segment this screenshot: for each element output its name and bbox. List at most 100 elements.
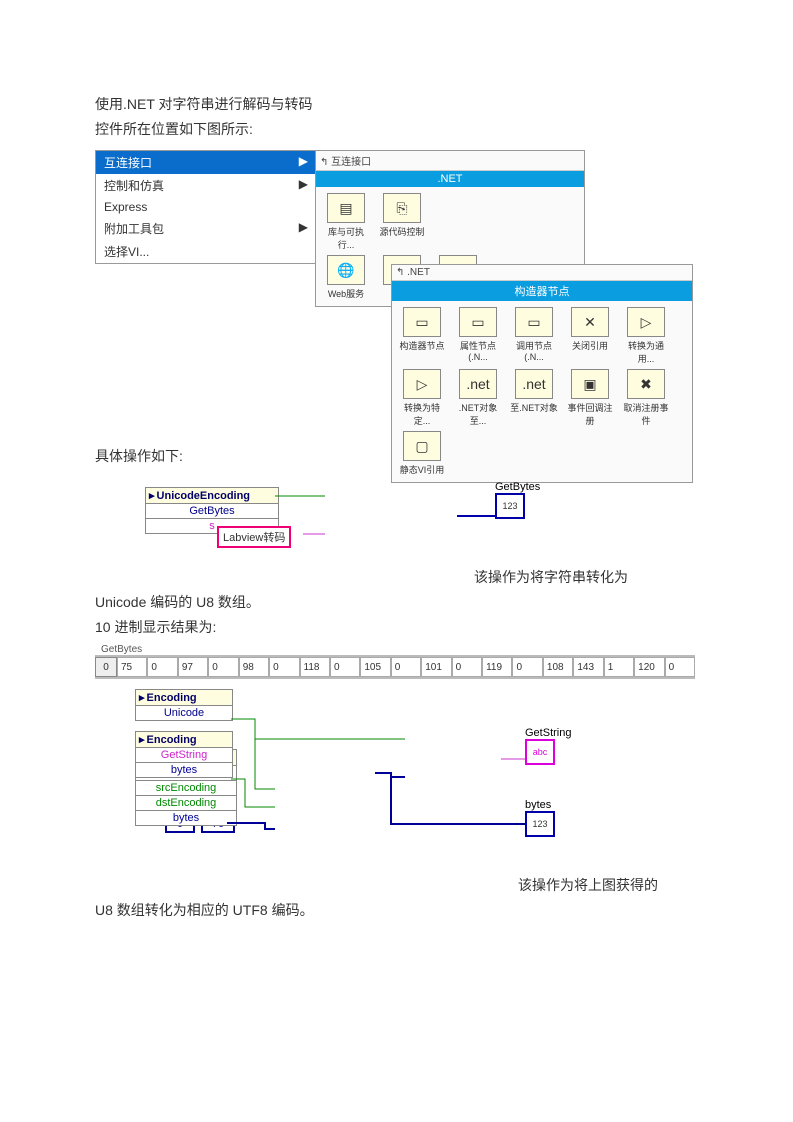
invoke-icon: ▸ bbox=[139, 733, 145, 746]
submenu-arrow-icon: ▶ bbox=[299, 154, 308, 171]
palette-item-label: 取消注册事件 bbox=[623, 403, 668, 426]
array-cell: 120 bbox=[634, 657, 664, 677]
intro-line-1: 使用.NET 对字符串进行解码与转码 bbox=[95, 94, 698, 115]
node-icon: ▭ bbox=[403, 307, 441, 337]
menu-item-label: Express bbox=[104, 200, 147, 214]
array-cell: 0 bbox=[512, 657, 542, 677]
palette-breadcrumb[interactable]: ↰ 互连接口 bbox=[316, 151, 584, 171]
array-cells: 0 75 0 97 0 98 0 118 0 105 0 101 0 119 0… bbox=[95, 655, 695, 679]
bytes-indicator[interactable]: bytes 123 bbox=[525, 799, 555, 837]
array-cell: 0 bbox=[269, 657, 299, 677]
array-cell: 0 bbox=[330, 657, 360, 677]
palette-item-label: .NET对象至... bbox=[459, 403, 498, 426]
palette-item[interactable]: ✕关闭引用 bbox=[564, 307, 616, 365]
indicator-icon: 123 bbox=[495, 493, 525, 519]
node-header: ▸Encoding bbox=[136, 690, 232, 705]
palette-dotnet: ↰ .NET 构造器节点 ▭构造器节点 ▭ 属性节点(.N... ▭ 调用节点(.N… bbox=[391, 264, 693, 483]
palette-item-label: 调用节点(.N... bbox=[516, 341, 552, 362]
palette-item[interactable]: ▷ 转换为特定... bbox=[396, 369, 448, 427]
palette-item[interactable]: ▷ 转换为通用... bbox=[620, 307, 672, 365]
array-cell: 108 bbox=[543, 657, 573, 677]
palette-item-constructor[interactable]: ▭构造器节点 bbox=[396, 307, 448, 365]
caption-2-right: 该操作为将上图获得的 bbox=[95, 875, 658, 896]
library-icon: ▤ bbox=[327, 193, 365, 223]
array-label: GetBytes bbox=[101, 644, 695, 655]
cast-icon: ▷ bbox=[627, 307, 665, 337]
array-cell: 0 bbox=[452, 657, 482, 677]
menu-item-control[interactable]: 控制和仿真 ▶ bbox=[96, 174, 316, 197]
array-indicator[interactable]: GetBytes 123 bbox=[495, 481, 540, 519]
array-cell: 143 bbox=[573, 657, 603, 677]
array-cell: 119 bbox=[482, 657, 512, 677]
array-index[interactable]: 0 bbox=[95, 657, 117, 677]
palette-title: 构造器节点 bbox=[392, 281, 692, 301]
palette-item[interactable]: ▤库与可执行... bbox=[320, 193, 372, 251]
palette-item[interactable]: ✖取消注册事件 bbox=[620, 369, 672, 427]
node-class: UnicodeEncoding bbox=[157, 490, 251, 502]
array-cell: 118 bbox=[300, 657, 330, 677]
string-constant[interactable]: Labview转码 bbox=[217, 526, 291, 548]
array-cell: 1 bbox=[604, 657, 634, 677]
palette-item-label: 属性节点(.N... bbox=[460, 341, 496, 362]
method-row: GetBytes bbox=[146, 503, 278, 518]
array-cell: 105 bbox=[360, 657, 390, 677]
decimal-result-label: 10 进制显示结果为: bbox=[95, 617, 698, 638]
array-cell: 75 bbox=[117, 657, 147, 677]
palette-item[interactable]: ⎘源代码控制 bbox=[376, 193, 428, 251]
node-header: ▸Encoding bbox=[136, 732, 232, 747]
cast-icon: ▷ bbox=[403, 369, 441, 399]
arg-row: srcEncoding bbox=[136, 780, 236, 795]
indicator-label: bytes bbox=[525, 799, 555, 811]
palette-item[interactable]: .net .NET对象至... bbox=[452, 369, 504, 427]
menu-item-addons[interactable]: 附加工具包 ▶ bbox=[96, 217, 316, 240]
array-cell: 0 bbox=[147, 657, 177, 677]
palette-item-label: 静态VI引用 bbox=[400, 465, 445, 475]
palette-title: .NET bbox=[316, 171, 584, 187]
node-icon: ▭ bbox=[515, 307, 553, 337]
caption-2-cont: U8 数组转化为相应的 UTF8 编码。 bbox=[95, 900, 698, 921]
menu-item-express[interactable]: Express bbox=[96, 197, 316, 217]
palette-item-label: 关闭引用 bbox=[572, 341, 608, 351]
invoke-node-getstring[interactable]: ▸Encoding GetString bytes bbox=[135, 731, 233, 778]
indicator-icon: abc bbox=[525, 739, 555, 765]
palette-grid: ▭构造器节点 ▭ 属性节点(.N... ▭ 调用节点(.N... ✕关闭引用 ▷ 转换… bbox=[392, 301, 692, 482]
palette-breadcrumb[interactable]: ↰ .NET bbox=[392, 265, 692, 281]
array-cell: 98 bbox=[239, 657, 269, 677]
menu-item-label: 互连接口 bbox=[104, 154, 152, 171]
source-control-icon: ⎘ bbox=[383, 193, 421, 223]
menu-item-interconnect[interactable]: 互连接口 ▶ bbox=[96, 151, 316, 174]
palette-item[interactable]: ▭ 属性节点(.N... bbox=[452, 307, 504, 365]
palette-item-label: 事件回调注册 bbox=[567, 403, 612, 426]
array-cell: 0 bbox=[208, 657, 238, 677]
indicator-icon: 123 bbox=[525, 811, 555, 837]
menu-item-select-vi[interactable]: 选择VI... bbox=[96, 240, 316, 263]
arg-row: bytes bbox=[136, 762, 232, 777]
invoke-icon: ▸ bbox=[149, 489, 155, 502]
palette-item[interactable]: ▢ 静态VI引用 bbox=[396, 431, 448, 476]
palette-item[interactable]: 🌐Web服务 bbox=[320, 255, 372, 300]
caption-1-cont: Unicode 编码的 U8 数组。 bbox=[95, 592, 698, 613]
method-row: GetString bbox=[136, 747, 232, 762]
menu-item-label: 选择VI... bbox=[104, 243, 149, 260]
menu-item-label: 附加工具包 bbox=[104, 220, 164, 237]
string-indicator[interactable]: GetString abc bbox=[525, 727, 571, 765]
palette-item-label: 转换为通用... bbox=[628, 341, 664, 364]
palette-spacer bbox=[432, 193, 532, 251]
dotnet-icon: .net bbox=[459, 369, 497, 399]
indicator-label: GetBytes bbox=[495, 481, 540, 493]
palette-item[interactable]: .net至.NET对象 bbox=[508, 369, 560, 427]
node-icon: ▭ bbox=[459, 307, 497, 337]
palette-item[interactable]: ▭ 调用节点(.N... bbox=[508, 307, 560, 365]
submenu-arrow-icon: ▶ bbox=[299, 220, 308, 237]
block-diagram-1: ▣UnicodeEncoding ▸UnicodeEncoding GetByt… bbox=[145, 481, 665, 561]
array-cell: 0 bbox=[391, 657, 421, 677]
static-vi-icon: ▢ bbox=[403, 431, 441, 461]
array-cell: 101 bbox=[421, 657, 451, 677]
array-cell: 0 bbox=[665, 657, 695, 677]
context-menu: 互连接口 ▶ 控制和仿真 ▶ Express 附加工具包 ▶ 选择VI... bbox=[95, 150, 317, 264]
property-node-unicode[interactable]: ▸Encoding Unicode bbox=[135, 689, 233, 721]
node-class: Encoding bbox=[147, 692, 197, 704]
palette-item[interactable]: ▣事件回调注册 bbox=[564, 369, 616, 427]
dotnet-icon: .net bbox=[515, 369, 553, 399]
palette-item-label: 转换为特定... bbox=[404, 403, 440, 426]
